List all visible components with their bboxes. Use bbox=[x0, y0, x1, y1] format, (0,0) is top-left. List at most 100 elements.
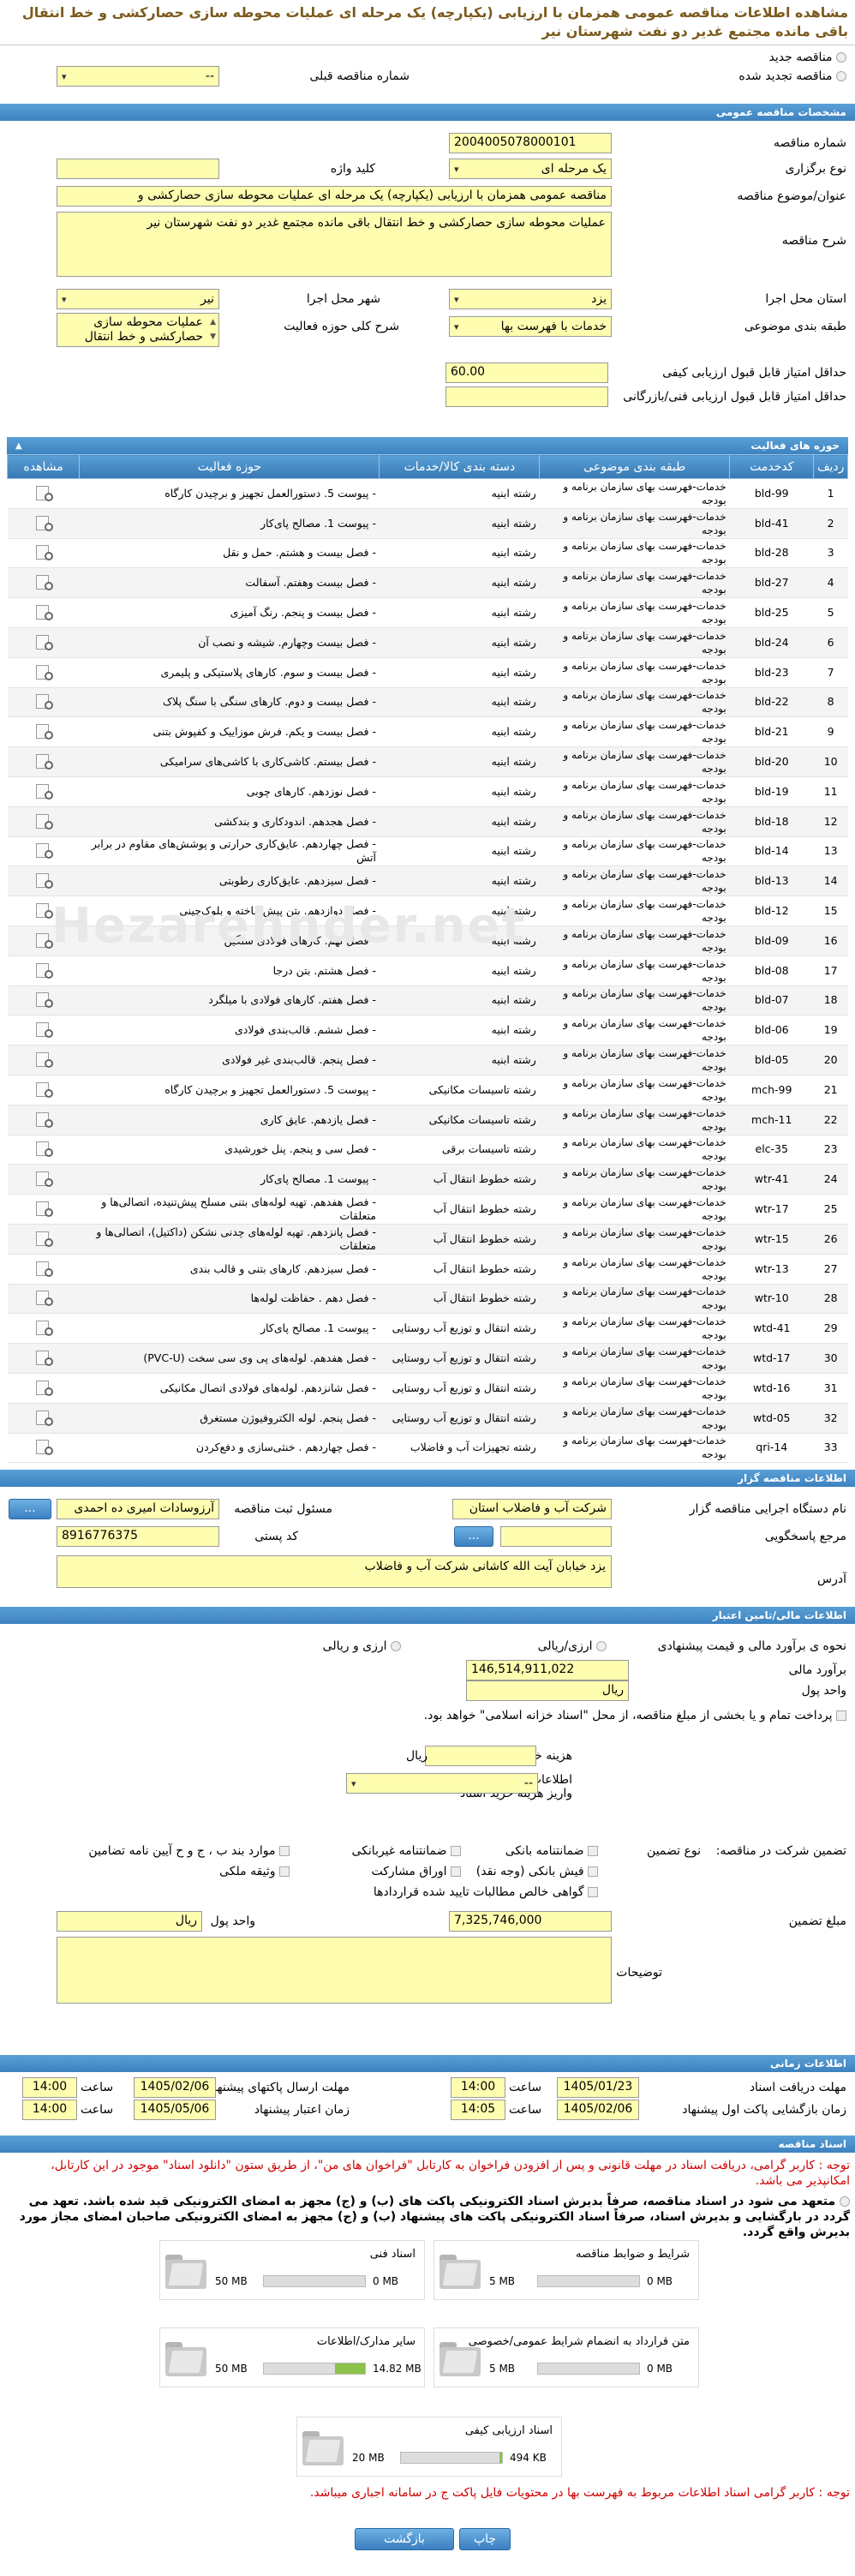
view-icon[interactable] bbox=[34, 604, 53, 621]
checkbox-icon[interactable] bbox=[836, 1710, 846, 1722]
scroll-down-icon[interactable]: ▼ bbox=[210, 330, 216, 344]
province-select[interactable]: یزد ▾ bbox=[449, 289, 612, 309]
bank-guarantee-option[interactable]: ضمانتنامه بانکی bbox=[505, 1844, 598, 1858]
view-icon[interactable] bbox=[34, 872, 53, 890]
rial-option[interactable]: ارزی/ریالی bbox=[538, 1639, 607, 1653]
city-select[interactable]: نیر ▾ bbox=[57, 289, 219, 309]
view-icon[interactable] bbox=[34, 634, 53, 651]
registrar-lookup-button[interactable]: ... bbox=[9, 1499, 51, 1520]
checkbox-icon[interactable] bbox=[279, 1866, 290, 1878]
document-card[interactable]: متن قرارداد به انضمام شرایط عمومی/خصوصی 0… bbox=[433, 2327, 699, 2388]
view-icon[interactable] bbox=[34, 1439, 53, 1456]
account-select[interactable]: -- ▾ bbox=[346, 1773, 538, 1794]
nonbank-guarantee-option[interactable]: ضمانتنامه غیربانکی bbox=[352, 1844, 461, 1858]
view-icon[interactable] bbox=[34, 485, 53, 502]
document-card[interactable]: اسناد ارزیابی کیفی 494 KB 20 MB bbox=[296, 2417, 562, 2477]
service-code: bld-28 bbox=[729, 538, 814, 569]
service-code: bld-06 bbox=[729, 1015, 814, 1046]
view-icon[interactable] bbox=[34, 932, 53, 950]
magnifier-shape bbox=[44, 969, 53, 979]
print-button[interactable]: چاپ bbox=[459, 2528, 511, 2551]
view-icon[interactable] bbox=[34, 842, 53, 860]
view-icon[interactable] bbox=[34, 1021, 53, 1039]
holding-type-select[interactable]: یک مرحله ای ▾ bbox=[449, 159, 612, 179]
row-number: 18 bbox=[813, 985, 848, 1016]
view-icon[interactable] bbox=[34, 1290, 53, 1307]
return-button[interactable]: بازگشت bbox=[355, 2528, 454, 2551]
table-row: 12 bld-18 خدمات-فهرست بهای سازمان برنامه و… bbox=[7, 806, 848, 837]
reference-field[interactable] bbox=[500, 1526, 612, 1548]
view-icon[interactable] bbox=[34, 753, 53, 770]
category-cell: خدمات-فهرست بهای سازمان برنامه و بودجه bbox=[539, 1313, 730, 1345]
bonds-option[interactable]: اوراق مشارکت bbox=[372, 1865, 461, 1878]
document-card[interactable]: اسناد فنی 0 MB 50 MB bbox=[159, 2240, 425, 2301]
service-code: bld-07 bbox=[729, 985, 814, 1016]
view-icon[interactable] bbox=[34, 1350, 53, 1367]
collapse-icon[interactable]: ▲ bbox=[15, 441, 22, 451]
reference-lookup-button[interactable]: ... bbox=[454, 1526, 493, 1548]
claims-option[interactable]: گواهی خالص مطالبات تایید شده قراردادها bbox=[374, 1885, 598, 1899]
property-option[interactable]: وثیقه ملکی bbox=[219, 1865, 290, 1878]
view-icon[interactable] bbox=[34, 1410, 53, 1427]
radio-icon[interactable] bbox=[836, 52, 846, 63]
rial-fx-option[interactable]: ارزی و ریالی bbox=[323, 1639, 401, 1653]
view-icon[interactable] bbox=[34, 544, 53, 561]
document-card[interactable]: شرایط و ضوابط مناقصه 0 MB 5 MB bbox=[433, 2240, 699, 2301]
view-icon[interactable] bbox=[34, 1141, 53, 1158]
row-number: 3 bbox=[813, 538, 848, 569]
view-icon[interactable] bbox=[34, 1111, 53, 1129]
bank-receipt-option[interactable]: فیش بانکی (وجه نقد) bbox=[476, 1865, 598, 1878]
checkbox-icon[interactable] bbox=[451, 1846, 461, 1857]
guarantee-currency-field: ریال bbox=[57, 1911, 202, 1932]
view-icon[interactable] bbox=[34, 723, 53, 740]
view-icon[interactable] bbox=[34, 515, 53, 532]
subject-field[interactable]: مناقصه عمومی همزمان با ارزیابی (یکپارچه)… bbox=[57, 186, 612, 207]
scroll-up-icon[interactable]: ▲ bbox=[210, 315, 216, 330]
column-header[interactable]: حوزه فعالیت bbox=[79, 454, 380, 479]
view-icon[interactable] bbox=[34, 783, 53, 800]
renewed-tender-option[interactable]: مناقصه تجدید شده bbox=[738, 69, 846, 83]
radio-icon[interactable] bbox=[391, 1641, 401, 1652]
checkbox-icon[interactable] bbox=[588, 1887, 598, 1898]
view-icon[interactable] bbox=[34, 991, 53, 1009]
view-icon[interactable] bbox=[34, 574, 53, 591]
radio-icon[interactable] bbox=[596, 1641, 607, 1652]
radio-icon[interactable] bbox=[840, 2196, 850, 2208]
view-icon[interactable] bbox=[34, 1171, 53, 1188]
view-icon[interactable] bbox=[34, 962, 53, 979]
radio-icon[interactable] bbox=[836, 71, 846, 81]
new-tender-option[interactable]: مناقصه جدید bbox=[769, 51, 846, 64]
checkbox-icon[interactable] bbox=[451, 1866, 461, 1878]
view-icon[interactable] bbox=[34, 1320, 53, 1337]
notes-field[interactable] bbox=[57, 1937, 612, 2004]
category-select[interactable]: خدمات با فهرست بها ▾ bbox=[449, 316, 612, 337]
regulation-items-option[interactable]: موارد بند ب ، ج و ح آیین نامه تضامین bbox=[88, 1844, 290, 1858]
column-header[interactable]: ردیف bbox=[813, 454, 848, 479]
checkbox-icon[interactable] bbox=[588, 1846, 598, 1857]
description-field[interactable]: عملیات محوطه سازی حصارکشی و خط انتقال با… bbox=[57, 212, 612, 277]
view-icon[interactable] bbox=[34, 1261, 53, 1278]
keyword-field[interactable] bbox=[57, 159, 219, 179]
scope-list[interactable]: عملیات محوطه سازی حصارکشی و خط انتقال ▲ ▼ bbox=[57, 313, 219, 347]
view-icon[interactable] bbox=[34, 1201, 53, 1218]
prev-number-select[interactable]: -- ▾ bbox=[57, 66, 219, 87]
view-icon[interactable] bbox=[34, 1231, 53, 1248]
view-icon[interactable] bbox=[34, 693, 53, 710]
column-header[interactable]: مشاهده bbox=[6, 454, 81, 479]
goods-category-cell: رشته ابنیه bbox=[379, 1015, 540, 1046]
column-header[interactable]: کدخدمت bbox=[729, 454, 815, 479]
general-section-header: مشخصات مناقصه عمومی bbox=[0, 104, 855, 121]
column-header[interactable]: دسته بندی کالا/خدمات bbox=[379, 454, 541, 479]
view-icon[interactable] bbox=[34, 902, 53, 920]
view-icon[interactable] bbox=[34, 813, 53, 830]
checkbox-icon[interactable] bbox=[588, 1866, 598, 1878]
category-cell: خدمات-فهرست بهای سازمان برنامه و بودجه bbox=[539, 1433, 730, 1464]
checkbox-icon[interactable] bbox=[279, 1846, 290, 1857]
column-header[interactable]: طبقه بندی موضوعی bbox=[539, 454, 731, 479]
view-icon[interactable] bbox=[34, 1380, 53, 1397]
view-icon[interactable] bbox=[34, 1081, 53, 1099]
document-card[interactable]: سایر مدارک/اطلاعات 14.82 MB 50 MB bbox=[159, 2327, 425, 2388]
view-icon[interactable] bbox=[34, 664, 53, 681]
activity-cell: - فصل پنجم. لوله الکتروفیوژن مستغرق bbox=[79, 1403, 380, 1434]
view-icon[interactable] bbox=[34, 1051, 53, 1069]
